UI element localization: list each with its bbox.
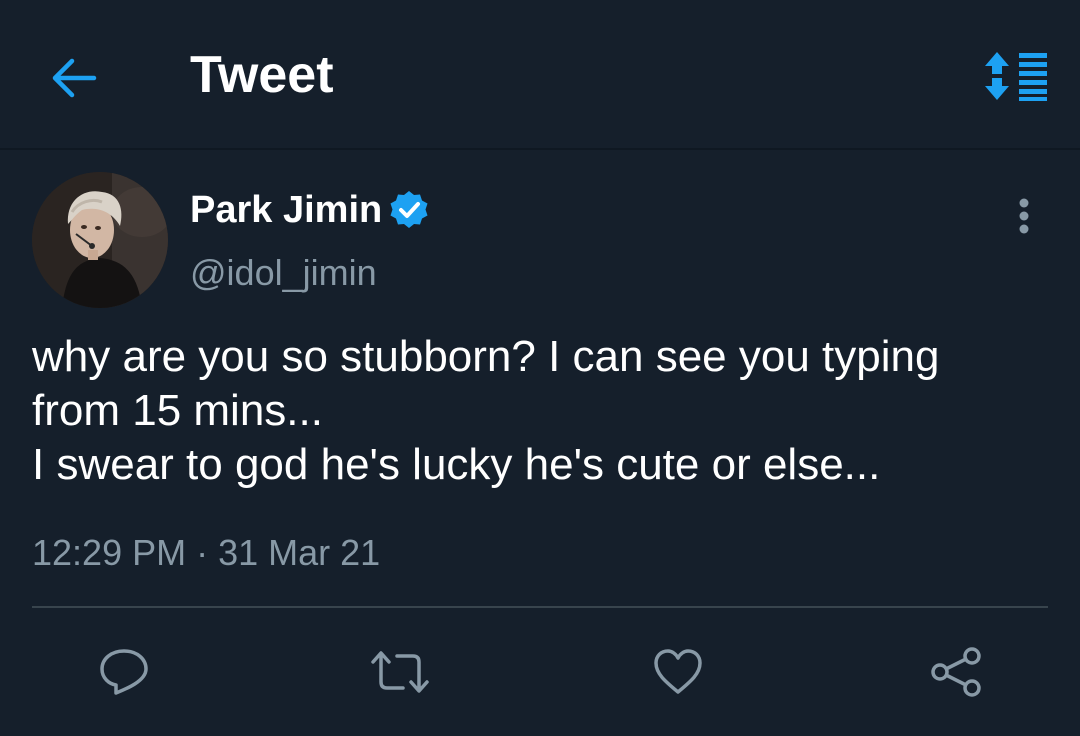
verified-badge-icon	[388, 189, 430, 231]
reply-button[interactable]	[94, 642, 154, 702]
retweet-icon	[369, 648, 431, 696]
divider	[32, 606, 1048, 608]
tweet-text-line: from 15 mins...	[32, 386, 323, 435]
share-icon	[928, 645, 984, 699]
author-name[interactable]: Park Jimin	[190, 186, 430, 234]
avatar[interactable]	[32, 172, 168, 308]
heart-icon	[652, 648, 704, 696]
sort-list-icon	[983, 50, 1049, 102]
tweet-text-line: why are you so stubborn? I can see you t…	[32, 332, 940, 381]
page-title: Tweet	[190, 46, 334, 104]
tweet-text: why are you so stubborn? I can see you t…	[32, 330, 1042, 492]
sort-replies-button[interactable]	[980, 48, 1052, 104]
retweet-button[interactable]	[370, 642, 430, 702]
tweet-text-line: I swear to god he's lucky he's cute or e…	[32, 440, 881, 489]
arrow-left-icon	[50, 56, 98, 100]
author-handle[interactable]: @idol_jimin	[190, 250, 377, 296]
top-app-bar: Tweet	[0, 0, 1080, 150]
tweet-detail-screen: Tweet Park Jimin @idol_jimin why are you…	[0, 0, 1080, 736]
like-button[interactable]	[648, 642, 708, 702]
tweet-timestamp: 12:29 PM · 31 Mar 21	[32, 532, 381, 573]
back-button[interactable]	[48, 52, 100, 104]
author-name-text: Park Jimin	[190, 189, 383, 231]
more-vertical-icon	[1018, 198, 1030, 234]
share-button[interactable]	[926, 642, 986, 702]
more-options-button[interactable]	[1004, 192, 1044, 240]
reply-icon	[98, 647, 150, 697]
